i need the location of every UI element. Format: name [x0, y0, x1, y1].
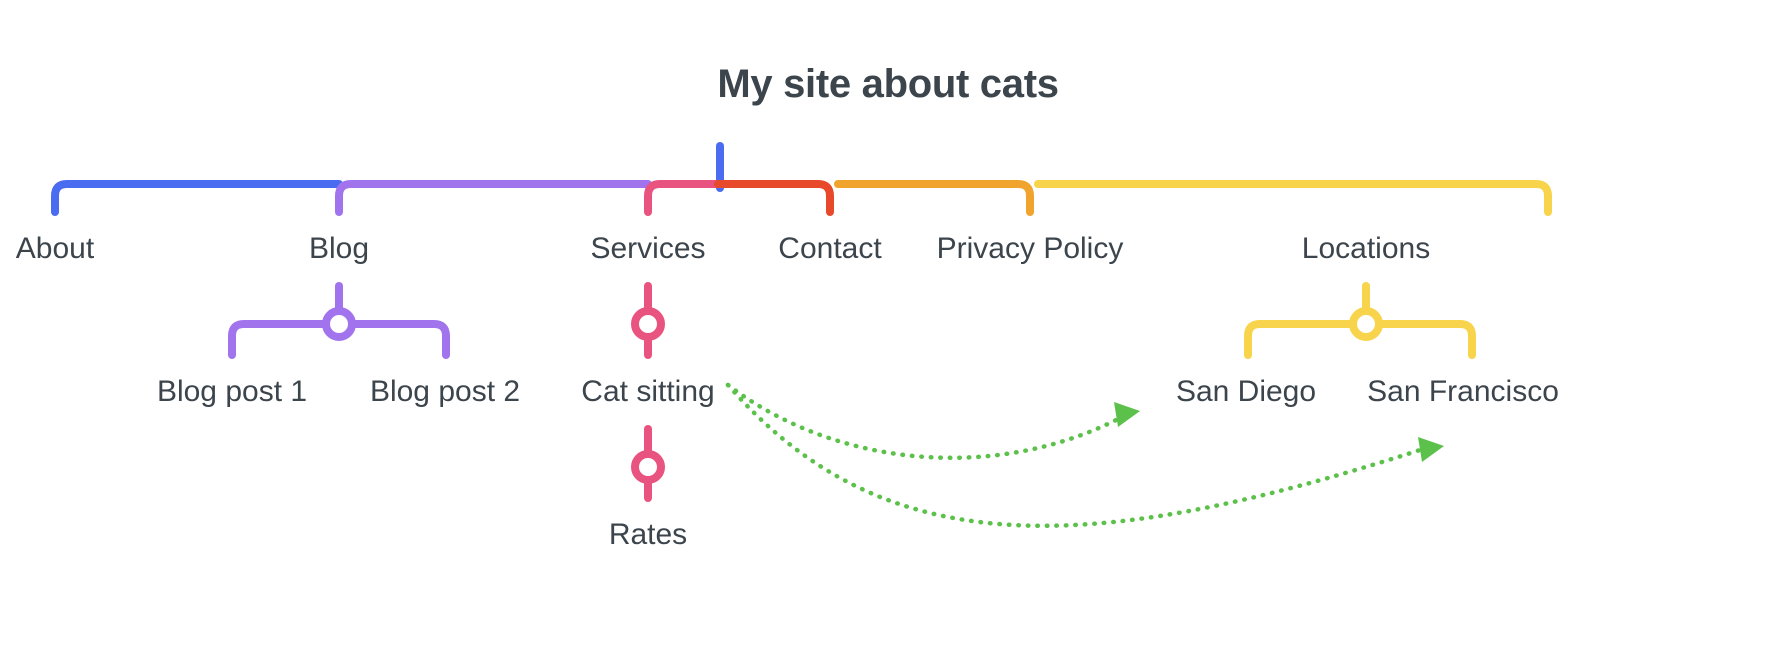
node-label-blog[interactable]: Blog — [309, 234, 369, 264]
node-label-blog-post-2[interactable]: Blog post 2 — [370, 377, 520, 407]
node-label-privacy-policy[interactable]: Privacy Policy — [937, 234, 1124, 264]
node-label-services[interactable]: Services — [590, 234, 705, 264]
blog-branch-node — [322, 307, 356, 341]
connector-contact — [714, 180, 834, 216]
node-label-cat-sitting[interactable]: Cat sitting — [581, 377, 714, 407]
arrow-cat-sitting-to-san-diego-path — [725, 382, 1123, 461]
node-label-about[interactable]: About — [16, 234, 94, 264]
node-label-blog-post-1[interactable]: Blog post 1 — [157, 377, 307, 407]
connector-privacy-policy — [834, 180, 1034, 216]
connector-services — [644, 180, 728, 216]
rates-node — [631, 450, 665, 484]
node-label-locations[interactable]: Locations — [1302, 234, 1430, 264]
arrow-cat-sitting-to-san-diego-head — [1114, 402, 1140, 427]
node-label-san-francisco[interactable]: San Francisco — [1367, 377, 1559, 407]
cat-sitting-node — [631, 307, 665, 341]
arrow-cat-sitting-to-san-francisco-head — [1418, 437, 1444, 462]
diagram-canvas — [51, 142, 1552, 529]
connector-about — [51, 180, 343, 216]
node-label-san-diego[interactable]: San Diego — [1176, 377, 1316, 407]
locations-branch-node — [1349, 307, 1383, 341]
sitemap-diagram: My site about cats About Blog Services C… — [0, 0, 1776, 666]
connector-locations — [1034, 180, 1552, 216]
node-label-rates[interactable]: Rates — [609, 520, 687, 550]
arrow-cat-sitting-to-san-francisco-path — [725, 382, 1423, 529]
connector-blog — [335, 180, 652, 216]
node-label-contact[interactable]: Contact — [778, 234, 881, 264]
